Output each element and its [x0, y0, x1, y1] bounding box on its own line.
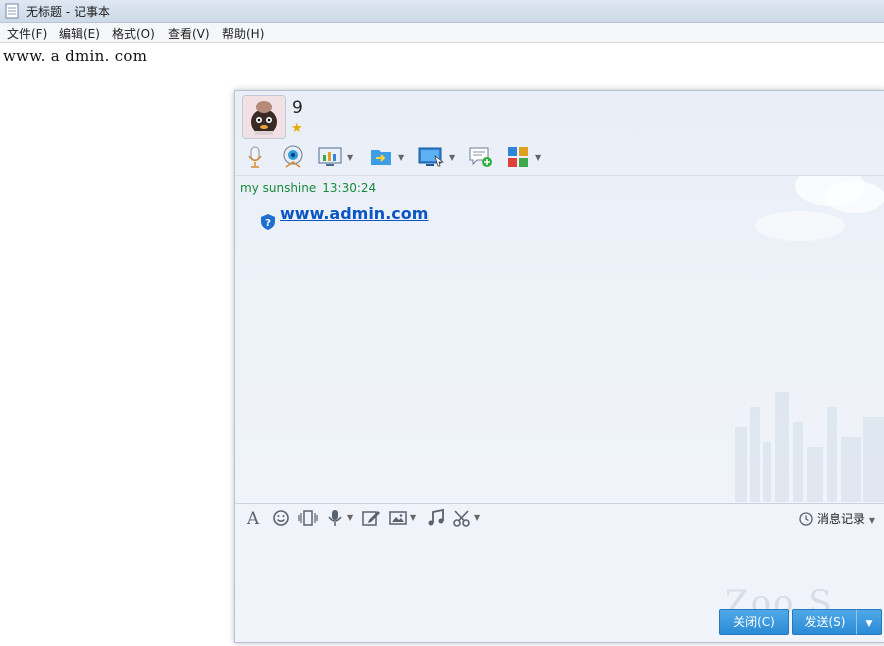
chevron-down-icon[interactable]: ▼	[347, 513, 353, 522]
editor-content: www. a dmin. com	[3, 47, 148, 65]
notepad-icon	[5, 3, 19, 19]
star-icon: ★	[291, 121, 303, 136]
window-title: 无标题 - 记事本	[26, 5, 110, 19]
contact-name: 9	[292, 98, 303, 118]
menu-file[interactable]: 文件(F)	[7, 25, 47, 42]
message-history-label: 消息记录	[817, 512, 866, 526]
remote-desktop-icon[interactable]	[418, 145, 444, 169]
chevron-down-icon: ▼	[868, 516, 875, 525]
background-building	[807, 447, 823, 502]
svg-text:A: A	[246, 509, 260, 528]
image-icon[interactable]	[388, 508, 408, 528]
chevron-down-icon[interactable]: ▼	[535, 153, 541, 162]
background-building	[793, 422, 803, 502]
chevron-down-icon[interactable]: ▼	[398, 153, 404, 162]
chevron-down-icon[interactable]: ▼	[474, 513, 480, 522]
shake-icon[interactable]	[298, 508, 318, 528]
chat-add-icon[interactable]	[468, 145, 494, 169]
clock-icon	[799, 512, 813, 526]
background-building	[775, 392, 789, 502]
background-building	[863, 417, 884, 502]
background-building	[827, 407, 837, 502]
background-cloud	[755, 211, 845, 241]
background-building	[763, 442, 771, 502]
screen-share-icon[interactable]	[318, 145, 342, 169]
scissors-icon[interactable]	[452, 508, 472, 528]
chevron-down-icon[interactable]: ▼	[410, 513, 416, 522]
voice-message-icon[interactable]	[325, 508, 345, 528]
send-button[interactable]: 发送(S)	[792, 609, 858, 635]
send-options-button[interactable]: ▼	[856, 609, 882, 635]
emoji-icon[interactable]	[271, 508, 291, 528]
menu-edit[interactable]: 编辑(E)	[59, 25, 100, 42]
chat-header: 9 ★ ▼ ▼ ▼ ▼	[235, 91, 884, 175]
notepad-title-bar[interactable]: 无标题 - 记事本	[0, 0, 884, 23]
chevron-down-icon: ▼	[865, 619, 873, 629]
webcam-icon[interactable]	[281, 145, 305, 169]
chat-window: 9 ★ ▼ ▼ ▼ ▼ my sunshine 13:30:24 ? www.a…	[234, 90, 884, 643]
chevron-down-icon[interactable]: ▼	[449, 153, 455, 162]
menu-view[interactable]: 查看(V)	[168, 25, 210, 42]
close-button[interactable]: 关闭(C)	[719, 609, 789, 635]
top-toolbar: ▼ ▼ ▼ ▼	[241, 145, 881, 171]
menu-help[interactable]: 帮助(H)	[222, 25, 264, 42]
message-time: 13:30:24	[322, 181, 377, 195]
message-history[interactable]: my sunshine 13:30:24 ? www.admin.com	[235, 176, 884, 502]
message-link[interactable]: www.admin.com	[280, 204, 428, 223]
font-icon[interactable]: A	[243, 508, 263, 528]
security-shield-icon: ?	[261, 214, 275, 230]
divider	[235, 503, 884, 504]
message-history-button[interactable]: 消息记录 ▼	[799, 510, 875, 527]
edit-icon[interactable]	[361, 508, 381, 528]
svg-text:?: ?	[265, 218, 271, 229]
music-icon[interactable]	[426, 508, 446, 528]
microphone-icon[interactable]	[247, 145, 263, 169]
sender-name: my sunshine	[240, 181, 317, 195]
input-toolbar: A ▼ ▼ ▼ 消息记录 ▼	[241, 508, 881, 530]
background-building	[750, 407, 760, 502]
menu-bar: 文件(F) 编辑(E) 格式(O) 查看(V) 帮助(H)	[0, 23, 884, 43]
background-building	[735, 427, 747, 502]
message-header: my sunshine 13:30:24	[240, 181, 376, 195]
background-building	[841, 437, 861, 502]
menu-format[interactable]: 格式(O)	[112, 25, 155, 42]
apps-icon[interactable]	[506, 145, 530, 169]
file-transfer-icon[interactable]	[369, 145, 393, 169]
avatar[interactable]	[242, 95, 286, 139]
chevron-down-icon[interactable]: ▼	[347, 153, 353, 162]
background-cloud	[825, 181, 884, 213]
